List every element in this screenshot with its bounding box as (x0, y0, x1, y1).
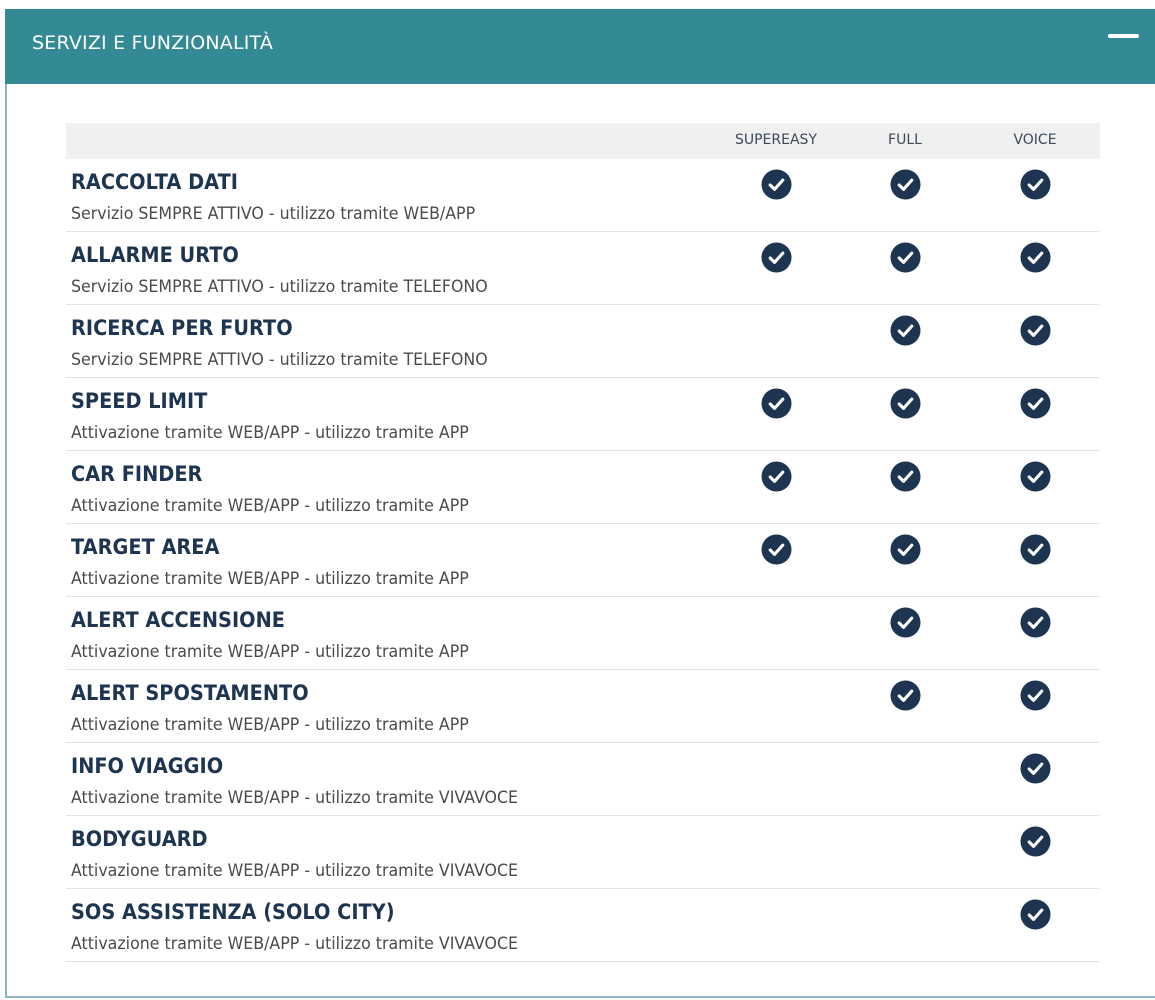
service-description: Attivazione tramite WEB/APP - utilizzo t… (71, 569, 469, 589)
check-circle-icon (889, 680, 921, 711)
cell-voice (975, 753, 1095, 785)
service-title: SOS ASSISTENZA (SOLO CITY) (71, 900, 395, 924)
cell-supereasy (716, 242, 836, 274)
minus-icon (1108, 34, 1139, 38)
services-table: SUPEREASY FULL VOICE RACCOLTA DATI Serviz… (66, 123, 1100, 962)
check-circle-icon (1019, 826, 1051, 857)
check-circle-icon (889, 534, 921, 565)
table-body: RACCOLTA DATI Servizio SEMPRE ATTIVO - ut… (66, 159, 1100, 962)
table-row: SPEED LIMIT Attivazione tramite WEB/APP -… (66, 378, 1100, 451)
check-circle-icon (1019, 242, 1051, 273)
service-title: INFO VIAGGIO (71, 754, 224, 778)
cell-full (845, 461, 965, 493)
table-row: RICERCA PER FURTO Servizio SEMPRE ATTIVO … (66, 305, 1100, 378)
cell-voice (975, 680, 1095, 712)
check-circle-icon (760, 169, 792, 200)
service-description: Attivazione tramite WEB/APP - utilizzo t… (71, 496, 469, 516)
service-title: BODYGUARD (71, 827, 208, 851)
cell-supereasy (716, 388, 836, 420)
cell-voice (975, 899, 1095, 931)
check-circle-icon (1019, 680, 1051, 711)
check-circle-icon (1019, 534, 1051, 565)
cell-voice (975, 826, 1095, 858)
cell-voice (975, 315, 1095, 347)
cell-full (845, 680, 965, 712)
column-header-voice: VOICE (1013, 132, 1057, 148)
check-circle-icon (889, 607, 921, 638)
table-row: RACCOLTA DATI Servizio SEMPRE ATTIVO - ut… (66, 159, 1100, 232)
service-title: ALERT ACCENSIONE (71, 608, 285, 632)
cell-full (845, 607, 965, 639)
cell-supereasy (716, 461, 836, 493)
check-circle-icon (1019, 753, 1051, 784)
service-title: RACCOLTA DATI (71, 170, 238, 194)
cell-voice (975, 534, 1095, 566)
service-title: ALLARME URTO (71, 243, 239, 267)
table-header: SUPEREASY FULL VOICE (66, 123, 1100, 159)
check-circle-icon (1019, 169, 1051, 200)
check-circle-icon (1019, 461, 1051, 492)
service-description: Attivazione tramite WEB/APP - utilizzo t… (71, 715, 469, 735)
cell-supereasy (716, 169, 836, 201)
check-circle-icon (760, 461, 792, 492)
service-description: Attivazione tramite WEB/APP - utilizzo t… (71, 788, 518, 808)
service-title: TARGET AREA (71, 535, 220, 559)
service-description: Servizio SEMPRE ATTIVO - utilizzo tramit… (71, 204, 476, 224)
cell-voice (975, 461, 1095, 493)
cell-full (845, 169, 965, 201)
services-panel: SERVIZI E FUNZIONALITÀ SUPEREASY FULL VO… (5, 9, 1155, 998)
cell-voice (975, 388, 1095, 420)
check-circle-icon (1019, 607, 1051, 638)
service-title: CAR FINDER (71, 462, 203, 486)
check-circle-icon (889, 315, 921, 346)
check-circle-icon (1019, 899, 1051, 930)
service-title: RICERCA PER FURTO (71, 316, 293, 340)
cell-full (845, 388, 965, 420)
service-description: Attivazione tramite WEB/APP - utilizzo t… (71, 861, 518, 881)
check-circle-icon (889, 388, 921, 419)
check-circle-icon (1019, 315, 1051, 346)
cell-voice (975, 169, 1095, 201)
panel-header[interactable]: SERVIZI E FUNZIONALITÀ (5, 9, 1155, 84)
column-header-supereasy: SUPEREASY (734, 132, 817, 148)
service-description: Attivazione tramite WEB/APP - utilizzo t… (71, 934, 518, 954)
table-row: SOS ASSISTENZA (SOLO CITY) Attivazione tr… (66, 889, 1100, 962)
service-description: Attivazione tramite WEB/APP - utilizzo t… (71, 423, 469, 443)
cell-full (845, 315, 965, 347)
column-header-full: FULL (888, 132, 922, 148)
cell-full (845, 242, 965, 274)
service-description: Servizio SEMPRE ATTIVO - utilizzo tramit… (71, 277, 488, 297)
panel-title: SERVIZI E FUNZIONALITÀ (32, 32, 274, 54)
check-circle-icon (889, 461, 921, 492)
check-circle-icon (889, 242, 921, 273)
cell-supereasy (716, 534, 836, 566)
check-circle-icon (760, 242, 792, 273)
check-circle-icon (889, 169, 921, 200)
collapse-button[interactable] (1105, 25, 1145, 49)
table-row: INFO VIAGGIO Attivazione tramite WEB/APP … (66, 743, 1100, 816)
cell-voice (975, 607, 1095, 639)
table-row: ALERT ACCENSIONE Attivazione tramite WEB/… (66, 597, 1100, 670)
cell-full (845, 534, 965, 566)
service-title: ALERT SPOSTAMENTO (71, 681, 309, 705)
service-title: SPEED LIMIT (71, 389, 208, 413)
service-description: Attivazione tramite WEB/APP - utilizzo t… (71, 642, 469, 662)
table-row: ALLARME URTO Servizio SEMPRE ATTIVO - uti… (66, 232, 1100, 305)
check-circle-icon (1019, 388, 1051, 419)
table-row: TARGET AREA Attivazione tramite WEB/APP -… (66, 524, 1100, 597)
check-circle-icon (760, 388, 792, 419)
cell-voice (975, 242, 1095, 274)
table-row: ALERT SPOSTAMENTO Attivazione tramite WEB… (66, 670, 1100, 743)
table-row: CAR FINDER Attivazione tramite WEB/APP - … (66, 451, 1100, 524)
check-circle-icon (760, 534, 792, 565)
table-row: BODYGUARD Attivazione tramite WEB/APP - u… (66, 816, 1100, 889)
service-description: Servizio SEMPRE ATTIVO - utilizzo tramit… (71, 350, 488, 370)
